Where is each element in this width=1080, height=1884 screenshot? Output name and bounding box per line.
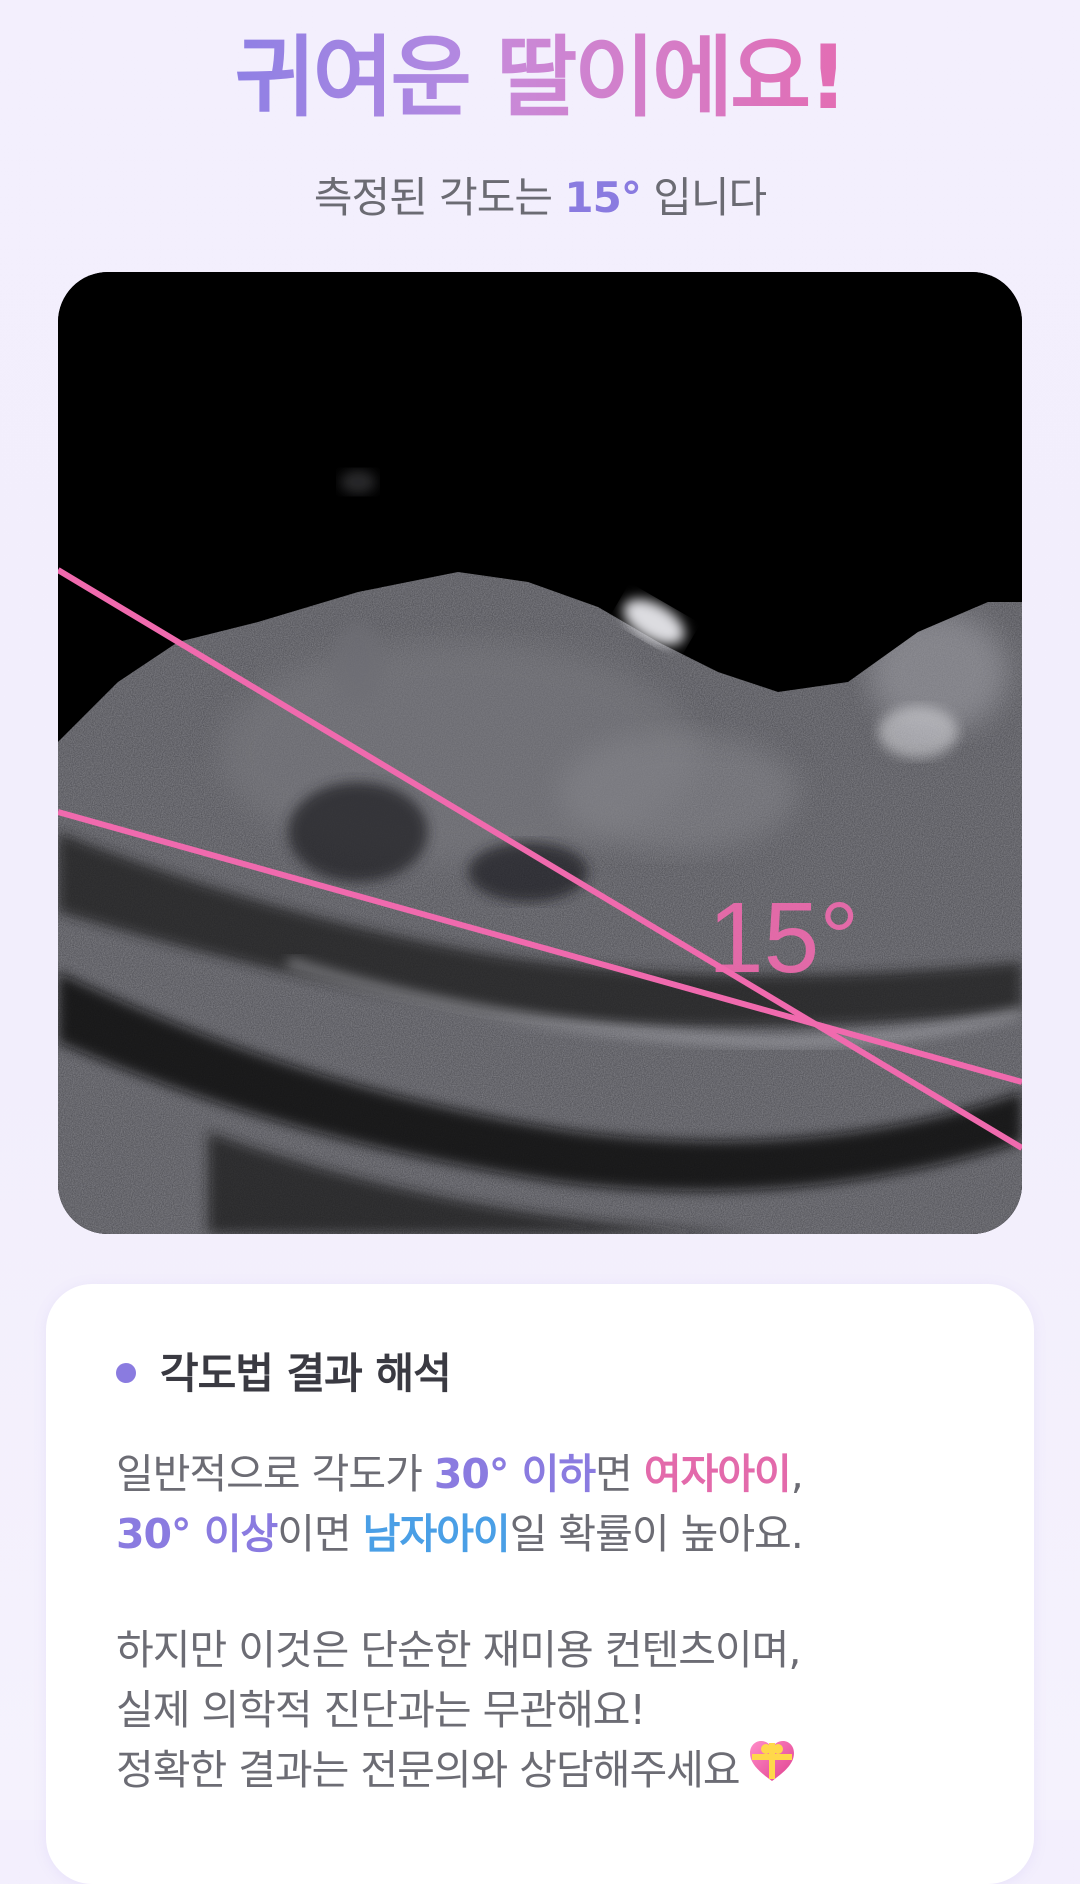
line1-prefix: 일반적으로 각도가: [116, 1450, 434, 1498]
interpretation-card: 각도법 결과 해석 일반적으로 각도가 30° 이하면 여자아이, 30° 이상…: [46, 1284, 1034, 1884]
line2-end: 일 확률이 높아요.: [509, 1510, 804, 1558]
angle-overlay-label: 15°: [708, 882, 859, 994]
boy-label: 남자아이: [362, 1510, 511, 1558]
card-heading-text: 각도법 결과 해석: [160, 1349, 452, 1398]
title-part2: 딸이에요!: [496, 26, 848, 129]
disclaimer-paragraph: 하지만 이것은 단순한 재미용 컨텐츠이며, 실제 의학적 진단과는 무관해요!…: [116, 1620, 801, 1803]
result-title: 귀여운 딸이에요!: [0, 18, 1080, 138]
disclaimer-line-1: 하지만 이것은 단순한 재미용 컨텐츠이며,: [116, 1626, 801, 1674]
line1-mid: 면: [595, 1450, 644, 1498]
line1-threshold: 30° 이하: [433, 1450, 596, 1498]
rule-line-2: 30° 이상이면 남자아이일 확률이 높아요.: [116, 1504, 804, 1564]
line2-threshold: 30° 이상: [116, 1510, 278, 1558]
disclaimer-line-3-text: 정확한 결과는 전문의와 상담해주세요: [116, 1746, 741, 1794]
subtitle-prefix: 측정된 각도는: [313, 173, 565, 222]
ultrasound-image: 15°: [58, 272, 1022, 1234]
measured-angle-text: 측정된 각도는 15° 입니다: [0, 168, 1080, 228]
gift-heart-icon: [748, 1739, 796, 1799]
disclaimer-line-3: 정확한 결과는 전문의와 상담해주세요: [116, 1740, 800, 1803]
line1-end: ,: [790, 1450, 804, 1498]
bullet-dot-icon: [116, 1362, 136, 1383]
card-heading: 각도법 결과 해석: [116, 1346, 452, 1402]
girl-label: 여자아이: [643, 1450, 792, 1498]
rule-paragraph: 일반적으로 각도가 30° 이하면 여자아이, 30° 이상이면 남자아이일 확…: [116, 1444, 804, 1564]
rule-line-1: 일반적으로 각도가 30° 이하면 여자아이,: [116, 1444, 804, 1504]
title-part1: 귀여운: [234, 26, 497, 129]
subtitle-angle-value: 15°: [564, 173, 641, 222]
subtitle-suffix: 입니다: [640, 173, 767, 222]
disclaimer-line-2: 실제 의학적 진단과는 무관해요!: [116, 1686, 646, 1734]
line2-mid: 이면: [277, 1510, 363, 1558]
